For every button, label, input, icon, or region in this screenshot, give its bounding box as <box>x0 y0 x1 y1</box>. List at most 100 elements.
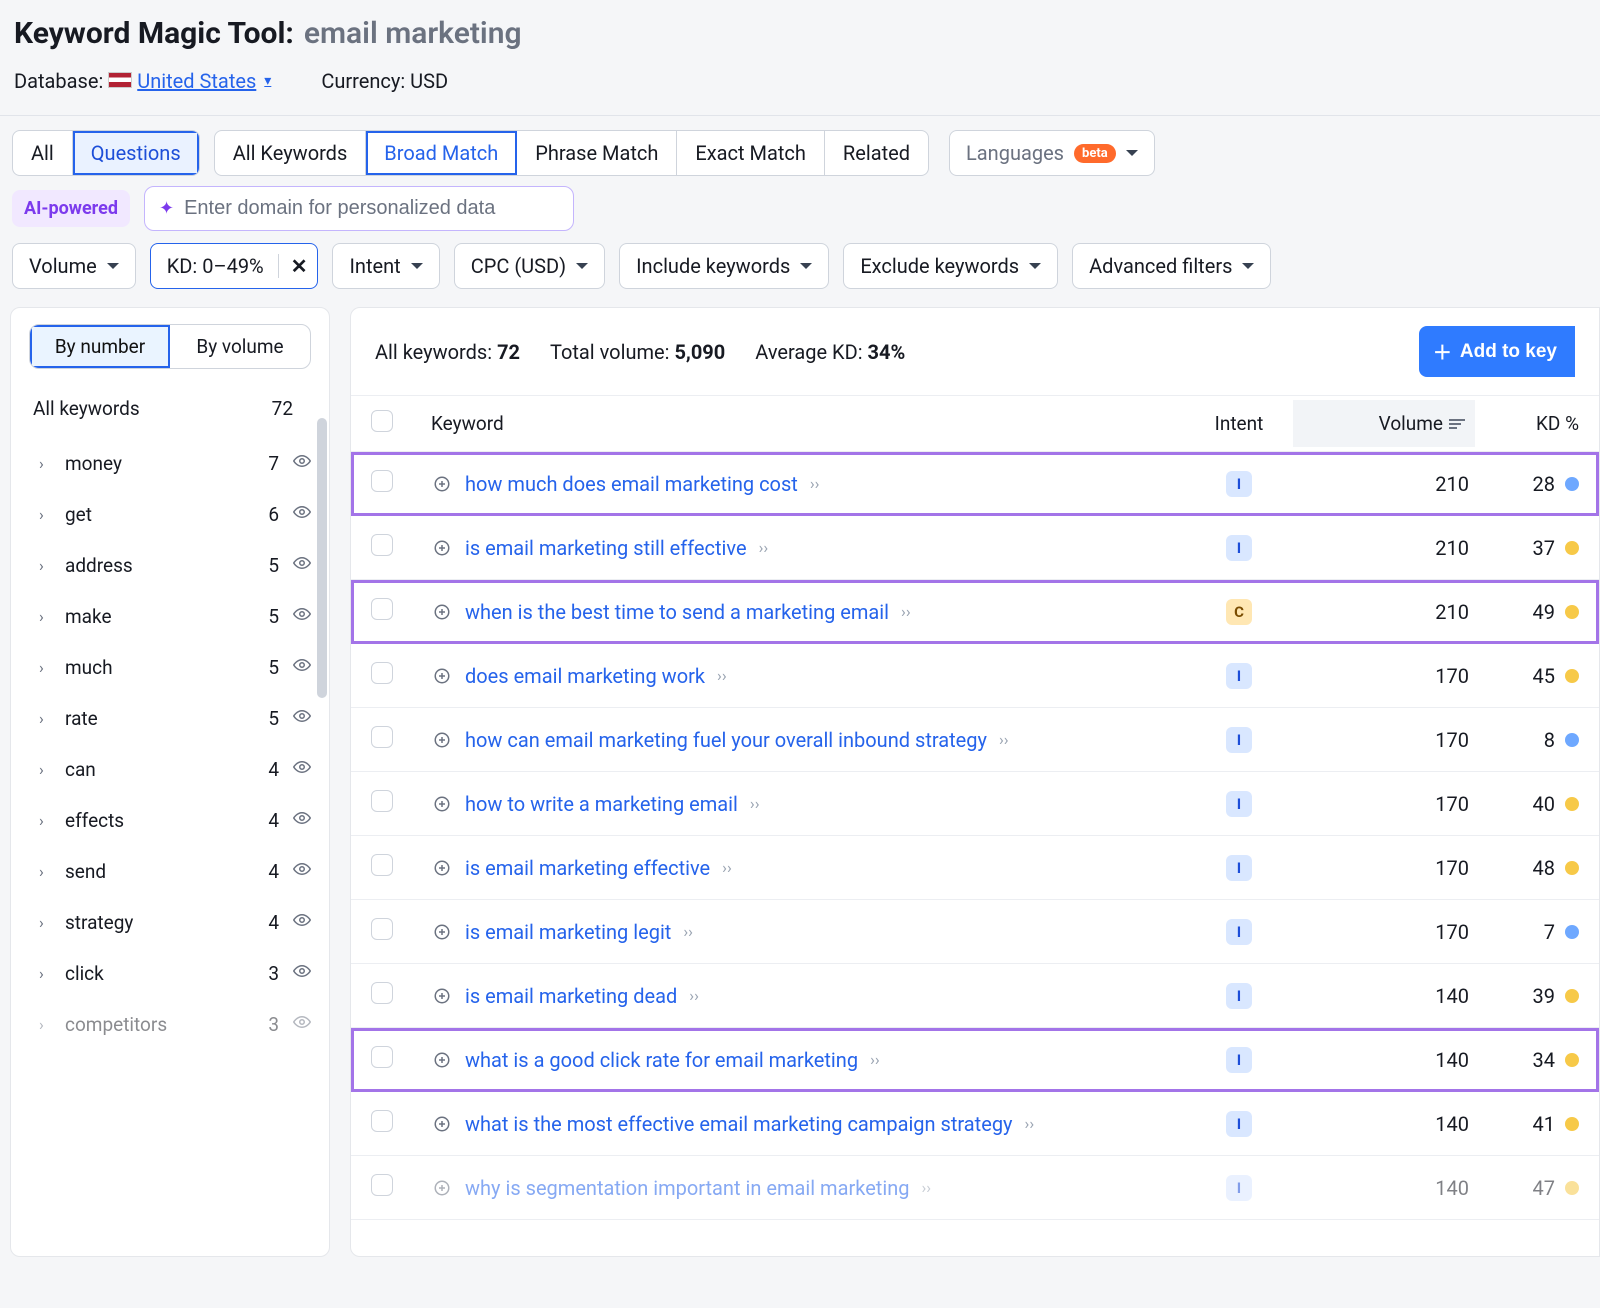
eye-icon[interactable] <box>293 605 311 628</box>
eye-icon[interactable] <box>293 656 311 679</box>
row-checkbox[interactable] <box>371 534 393 556</box>
row-checkbox[interactable] <box>371 662 393 684</box>
keyword-cell[interactable]: is email marketing legit ›› <box>431 920 1179 944</box>
row-checkbox[interactable] <box>371 854 393 876</box>
col-intent[interactable]: Intent <box>1179 412 1299 435</box>
domain-input-wrap[interactable]: ✦ <box>144 186 574 231</box>
row-checkbox[interactable] <box>371 1174 393 1196</box>
open-serp-icon[interactable]: ›› <box>921 1178 931 1197</box>
add-keyword-icon[interactable] <box>431 665 453 687</box>
keyword-cell[interactable]: what is the most effective email marketi… <box>431 1112 1179 1136</box>
eye-icon[interactable] <box>293 554 311 577</box>
keyword-cell[interactable]: how can email marketing fuel your overal… <box>431 728 1179 752</box>
add-to-keyword-list-button[interactable]: ＋Add to key <box>1419 326 1575 377</box>
tab-all[interactable]: All <box>13 131 73 175</box>
row-checkbox[interactable] <box>371 1046 393 1068</box>
sidebar-group-make[interactable]: › make 5 <box>11 591 329 642</box>
col-volume[interactable]: Volume <box>1293 400 1475 447</box>
keyword-cell[interactable]: how much does email marketing cost ›› <box>431 472 1179 496</box>
eye-icon[interactable] <box>293 758 311 781</box>
open-serp-icon[interactable]: ›› <box>750 794 760 813</box>
keyword-cell[interactable]: what is a good click rate for email mark… <box>431 1048 1179 1072</box>
add-keyword-icon[interactable] <box>431 537 453 559</box>
keyword-cell[interactable]: when is the best time to send a marketin… <box>431 600 1179 624</box>
filter-advanced[interactable]: Advanced filters <box>1072 243 1271 289</box>
keyword-cell[interactable]: does email marketing work ›› <box>431 664 1179 688</box>
sidebar-all-keywords[interactable]: All keywords 72 <box>11 369 329 432</box>
row-checkbox[interactable] <box>371 598 393 620</box>
open-serp-icon[interactable]: ›› <box>689 986 699 1005</box>
filter-intent[interactable]: Intent <box>332 243 439 289</box>
sort-by-number[interactable]: By number <box>30 325 170 368</box>
row-checkbox[interactable] <box>371 470 393 492</box>
row-checkbox[interactable] <box>371 1110 393 1132</box>
add-keyword-icon[interactable] <box>431 857 453 879</box>
eye-icon[interactable] <box>293 809 311 832</box>
sidebar-group-money[interactable]: › money 7 <box>11 438 329 489</box>
open-serp-icon[interactable]: ›› <box>717 666 727 685</box>
add-keyword-icon[interactable] <box>431 1177 453 1199</box>
tab-exact-match[interactable]: Exact Match <box>677 131 825 175</box>
sidebar-group-strategy[interactable]: › strategy 4 <box>11 897 329 948</box>
add-keyword-icon[interactable] <box>431 985 453 1007</box>
open-serp-icon[interactable]: ›› <box>683 922 693 941</box>
sidebar-group-rate[interactable]: › rate 5 <box>11 693 329 744</box>
eye-icon[interactable] <box>293 452 311 475</box>
row-checkbox[interactable] <box>371 918 393 940</box>
scrollbar-thumb[interactable] <box>317 418 327 698</box>
row-checkbox[interactable] <box>371 982 393 1004</box>
tab-related[interactable]: Related <box>825 131 928 175</box>
sidebar-group-competitors[interactable]: › competitors 3 <box>11 999 329 1050</box>
add-keyword-icon[interactable] <box>431 1049 453 1071</box>
open-serp-icon[interactable]: ›› <box>999 730 1009 749</box>
open-serp-icon[interactable]: ›› <box>870 1050 880 1069</box>
col-kd[interactable]: KD % <box>1469 412 1579 435</box>
tab-phrase-match[interactable]: Phrase Match <box>517 131 677 175</box>
filter-include[interactable]: Include keywords <box>619 243 829 289</box>
keyword-cell[interactable]: is email marketing still effective ›› <box>431 536 1179 560</box>
open-serp-icon[interactable]: ›› <box>810 474 820 493</box>
add-keyword-icon[interactable] <box>431 601 453 623</box>
tab-broad-match[interactable]: Broad Match <box>366 131 517 175</box>
sidebar-group-much[interactable]: › much 5 <box>11 642 329 693</box>
filter-volume[interactable]: Volume <box>12 243 136 289</box>
row-checkbox[interactable] <box>371 790 393 812</box>
open-serp-icon[interactable]: ›› <box>901 602 911 621</box>
add-keyword-icon[interactable] <box>431 729 453 751</box>
close-icon[interactable]: ✕ <box>278 254 308 278</box>
sidebar-group-can[interactable]: › can 4 <box>11 744 329 795</box>
add-keyword-icon[interactable] <box>431 921 453 943</box>
select-all-checkbox[interactable] <box>371 410 393 432</box>
eye-icon[interactable] <box>293 707 311 730</box>
sidebar-group-address[interactable]: › address 5 <box>11 540 329 591</box>
eye-icon[interactable] <box>293 911 311 934</box>
col-keyword[interactable]: Keyword <box>431 412 1179 435</box>
add-keyword-icon[interactable] <box>431 1113 453 1135</box>
sidebar-group-send[interactable]: › send 4 <box>11 846 329 897</box>
eye-icon[interactable] <box>293 962 311 985</box>
add-keyword-icon[interactable] <box>431 473 453 495</box>
languages-dropdown[interactable]: Languages beta <box>949 130 1155 176</box>
open-serp-icon[interactable]: ›› <box>1025 1114 1035 1133</box>
filter-exclude[interactable]: Exclude keywords <box>843 243 1058 289</box>
filter-kd[interactable]: KD: 0–49%✕ <box>150 243 319 289</box>
tab-all-keywords[interactable]: All Keywords <box>215 131 367 175</box>
sidebar-group-get[interactable]: › get 6 <box>11 489 329 540</box>
keyword-cell[interactable]: why is segmentation important in email m… <box>431 1176 1179 1200</box>
row-checkbox[interactable] <box>371 726 393 748</box>
sort-by-volume[interactable]: By volume <box>170 325 310 368</box>
eye-icon[interactable] <box>293 860 311 883</box>
eye-icon[interactable] <box>293 503 311 526</box>
sidebar-group-effects[interactable]: › effects 4 <box>11 795 329 846</box>
database-selector[interactable]: United States ▾ <box>137 69 271 93</box>
filter-cpc[interactable]: CPC (USD) <box>454 243 605 289</box>
add-keyword-icon[interactable] <box>431 793 453 815</box>
open-serp-icon[interactable]: ›› <box>759 538 769 557</box>
tab-questions[interactable]: Questions <box>73 131 199 175</box>
domain-input[interactable] <box>184 197 559 220</box>
sidebar-group-click[interactable]: › click 3 <box>11 948 329 999</box>
keyword-cell[interactable]: is email marketing effective ›› <box>431 856 1179 880</box>
keyword-cell[interactable]: is email marketing dead ›› <box>431 984 1179 1008</box>
open-serp-icon[interactable]: ›› <box>722 858 732 877</box>
keyword-cell[interactable]: how to write a marketing email ›› <box>431 792 1179 816</box>
